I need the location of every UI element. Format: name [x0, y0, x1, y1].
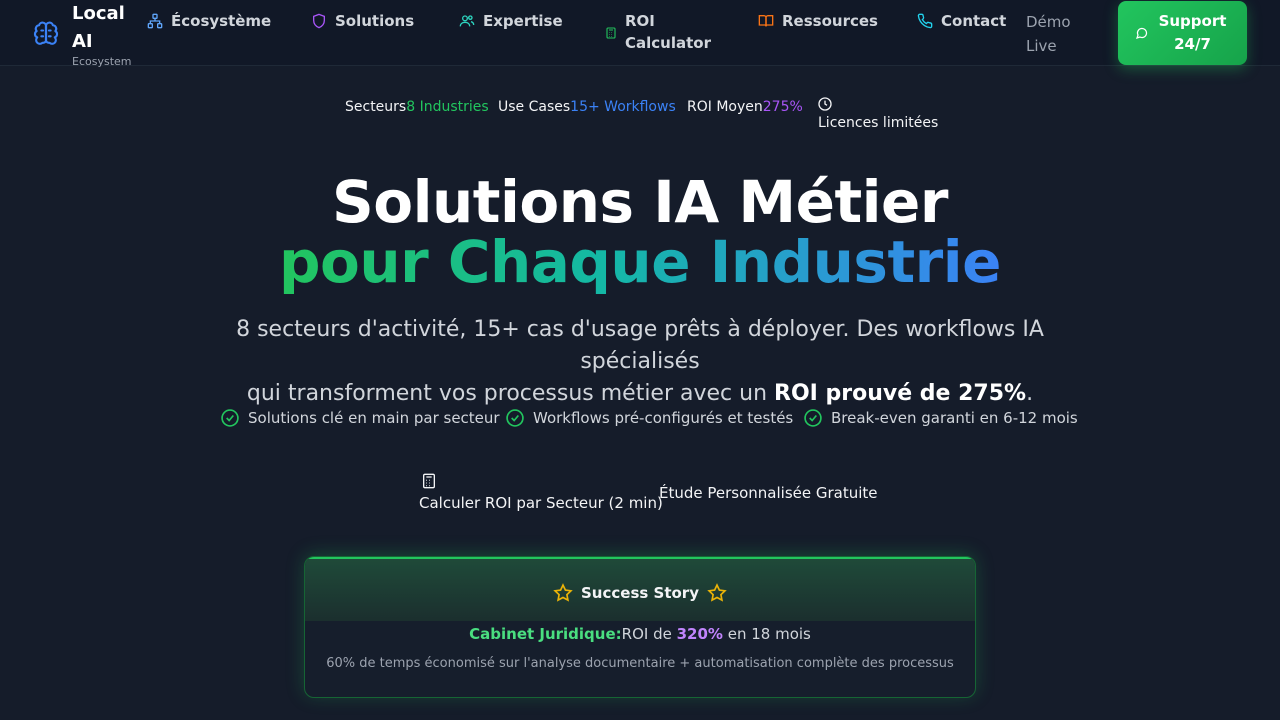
nav-label: Solutions — [335, 12, 415, 30]
users-icon — [459, 15, 475, 27]
support-button[interactable]: Support 24/7 — [1118, 1, 1247, 65]
hero-title-line2: pour Chaque Industrie — [0, 228, 1280, 296]
story-text: ROI de — [621, 625, 677, 643]
support-label: Support 24/7 — [1158, 12, 1227, 53]
chat-icon — [1136, 27, 1148, 39]
nav-demo-live[interactable]: Démo Live — [1026, 10, 1086, 58]
hero-title-gradient: pour Chaque Industrie — [278, 228, 1002, 296]
check-circle-icon — [804, 409, 822, 427]
brand-subtitle: Ecosystem — [72, 55, 132, 68]
nav-solutions[interactable]: Solutions — [311, 10, 414, 32]
nav-ecosysteme[interactable]: Écosystème — [147, 10, 271, 32]
nav-label: ROI Calculator — [625, 12, 711, 52]
stat-label: Use Cases — [498, 99, 571, 115]
lead-roi-highlight: ROI prouvé de 275% — [774, 381, 1027, 406]
story-roi-value: 320% — [676, 625, 723, 643]
stat-label: ROI Moyen — [687, 99, 763, 115]
nav-label: Écosystème — [171, 12, 272, 30]
network-icon — [147, 13, 163, 29]
clock-icon — [818, 97, 832, 111]
nav-label: Expertise — [483, 12, 563, 30]
hero-lead: 8 secteurs d'activité, 15+ cas d'usage p… — [190, 314, 1090, 410]
check-item: Solutions clé en main par secteur — [220, 408, 500, 428]
stat-value: 275% — [762, 99, 803, 115]
calculator-icon — [423, 473, 435, 489]
story-description: 60% de temps économisé sur l'analyse doc… — [326, 656, 954, 671]
check-label: Solutions clé en main par secteur — [248, 409, 500, 427]
brand-name: Local AI — [72, 3, 125, 52]
brain-icon — [33, 21, 59, 45]
check-label: Break-even garanti en 6-12 mois — [831, 409, 1078, 427]
check-item: Break-even garanti en 6-12 mois — [803, 408, 1078, 428]
star-icon — [707, 583, 727, 602]
stat-label: Secteurs — [345, 99, 407, 115]
check-label: Workflows pré-configurés et testés — [533, 409, 794, 427]
success-story-card: Success Story Cabinet Juridique:ROI de 3… — [304, 556, 976, 698]
stat-sectors: Secteurs8 Industries — [345, 99, 489, 115]
story-result: Cabinet Juridique:ROI de 320% en 18 mois — [305, 625, 975, 643]
stat-roi: ROI Moyen275% — [687, 99, 803, 115]
star-icon — [553, 583, 573, 602]
card-title: Success Story — [305, 583, 975, 603]
check-item: Workflows pré-configurés et testés — [505, 408, 793, 428]
book-icon — [758, 15, 774, 27]
calculator-icon — [606, 27, 616, 39]
check-circle-icon — [506, 409, 524, 427]
story-title: Success Story — [581, 584, 699, 602]
lead-text: qui transforment vos processus métier av… — [246, 381, 775, 406]
phone-icon — [917, 13, 933, 29]
stat-usecases: Use Cases15+ Workflows — [498, 99, 676, 115]
lead-line2: qui transforment vos processus métier av… — [190, 378, 1090, 410]
nav-contact[interactable]: Contact — [917, 10, 1006, 32]
licences-note: Licences limitées — [818, 115, 939, 131]
nav-ressources[interactable]: Ressources — [758, 10, 878, 32]
lead-line1: 8 secteurs d'activité, 15+ cas d'usage p… — [236, 317, 1044, 374]
nav-roi-calculator[interactable]: ROI Calculator — [605, 10, 715, 54]
nav-label: Contact — [941, 12, 1007, 30]
shield-icon — [313, 13, 325, 29]
stat-value: 8 Industries — [406, 99, 489, 115]
story-client: Cabinet Juridique: — [469, 625, 622, 643]
stat-value: 15+ Workflows — [570, 99, 676, 115]
free-study-button[interactable]: Étude Personnalisée Gratuite — [659, 484, 878, 502]
lead-text: . — [1026, 381, 1034, 406]
nav-label: Ressources — [782, 12, 878, 30]
nav-expertise[interactable]: Expertise — [459, 10, 563, 32]
calculate-roi-label: Calculer ROI par Secteur (2 min) — [419, 494, 663, 512]
story-text: en 18 mois — [722, 625, 811, 643]
check-circle-icon — [221, 409, 239, 427]
top-navbar: Local AI Ecosystem Écosystème Solutions … — [0, 0, 1280, 68]
hero-title-line1: Solutions IA Métier — [331, 168, 949, 236]
